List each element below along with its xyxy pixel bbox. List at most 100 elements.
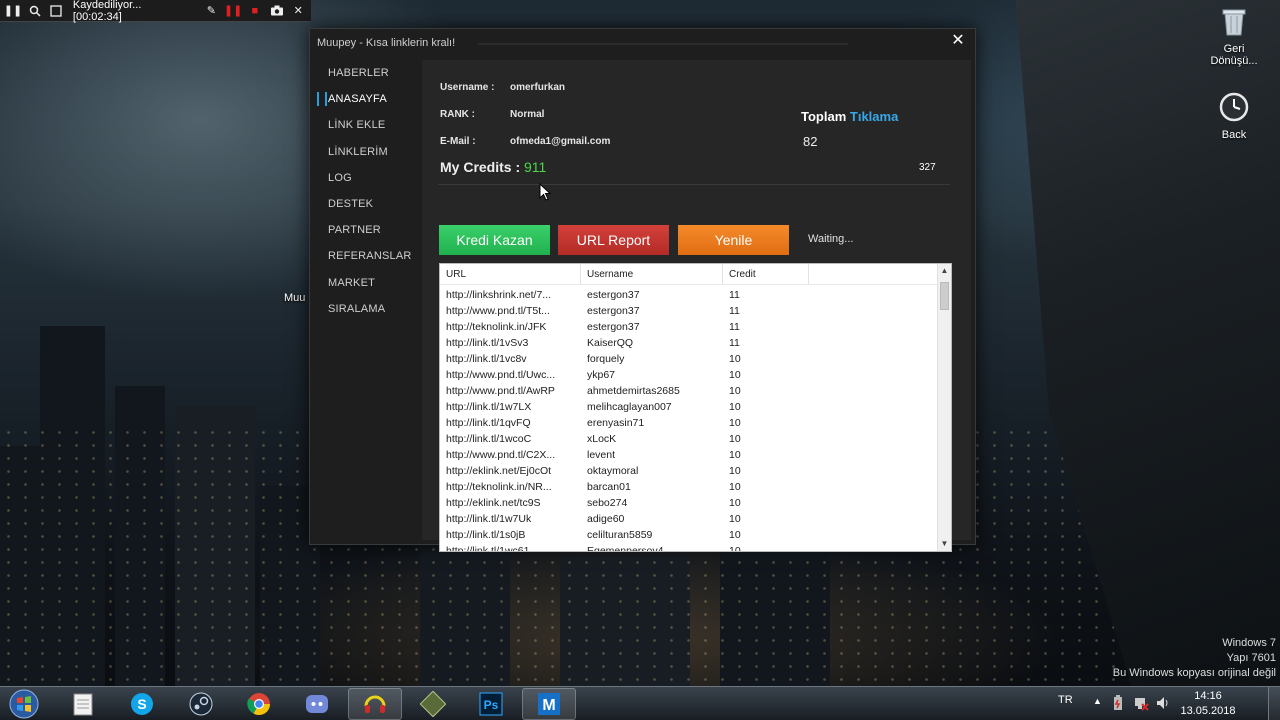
url-report-button[interactable]: URL Report [558, 225, 669, 255]
url-cell: http://link.tl/1w7Uk [446, 513, 532, 525]
pause-icon[interactable]: ❚❚ [4, 4, 22, 18]
taskbar-notepad[interactable] [56, 688, 110, 720]
table-body: http://linkshrink.net/7... estergon37 11 ht… [440, 287, 938, 552]
username-cell: barcan01 [587, 481, 631, 493]
back-shortcut[interactable]: Back [1199, 92, 1269, 141]
username-cell: adige60 [587, 513, 625, 525]
credit-cell: 10 [729, 449, 741, 461]
game-icon [420, 691, 446, 717]
username-cell: KaiserQQ [587, 337, 634, 349]
sidebar-item-log[interactable]: LOG [314, 165, 422, 191]
table-row[interactable]: http://eklink.net/tc9S sebo274 10 [440, 495, 938, 511]
credit-cell: 10 [729, 353, 741, 365]
username-value: omerfurkan [510, 82, 566, 93]
show-hidden-icons-icon[interactable]: ▲ [1093, 696, 1102, 706]
network-icon[interactable] [1133, 695, 1149, 714]
zoom-icon[interactable] [28, 4, 41, 18]
taskbar-chrome[interactable] [232, 688, 286, 720]
recycle-bin[interactable]: Geri Dönüşü... [1199, 6, 1269, 67]
table-row[interactable]: http://link.tl/1s0jB celilturan5859 10 [440, 527, 938, 543]
main-panel: Username : omerfurkan RANK : Normal E-Ma… [422, 60, 971, 552]
table-row[interactable]: http://teknolink.in/JFK estergon37 11 [440, 319, 938, 335]
credit-cell: 10 [729, 497, 741, 509]
taskbar-skype[interactable]: S [115, 688, 169, 720]
table-row[interactable]: http://www.pnd.tl/T5t... estergon37 11 [440, 303, 938, 319]
region-icon[interactable] [49, 4, 62, 18]
steam-icon [189, 692, 213, 716]
screen-recorder-toolbar: ❚❚ Kaydediliyor... [00:02:34] ✎ ❚❚ ■ ✕ [0, 0, 311, 23]
taskbar-steam[interactable] [174, 688, 228, 720]
table-row[interactable]: http://link.tl/1vc8v forquely 10 [440, 351, 938, 367]
power-icon[interactable] [1111, 695, 1125, 714]
sidebar-item-link-ekle[interactable]: LİNK EKLE [314, 112, 422, 138]
table-row[interactable]: http://link.tl/1wcoC xLocK 10 [440, 431, 938, 447]
table-row[interactable]: http://link.tl/1qvFQ erenyasin71 10 [440, 415, 938, 431]
language-indicator[interactable]: TR [1058, 694, 1073, 706]
show-desktop-button[interactable] [1268, 687, 1280, 720]
muupey-shortcut-partial[interactable]: Muu [262, 292, 312, 304]
table-row[interactable]: http://www.pnd.tl/AwRP ahmetdemirtas2685 1… [440, 383, 938, 399]
table-scrollbar[interactable]: ▲ ▼ [937, 264, 951, 551]
url-cell: http://link.tl/1wc61 [446, 545, 530, 552]
column-header-username[interactable]: Username [581, 264, 723, 285]
pen-icon[interactable]: ✎ [205, 4, 218, 18]
divider [438, 184, 950, 185]
yenile-button[interactable]: Yenile [678, 225, 789, 255]
window-close-button[interactable]: ✕ [947, 31, 969, 53]
pause-record-icon[interactable]: ❚❚ [224, 4, 242, 18]
sidebar-item-haberler[interactable]: HABERLER [314, 60, 422, 86]
sidebar-item-linklerim[interactable]: LİNKLERİM [314, 139, 422, 165]
sidebar-item-referanslar[interactable]: REFERANSLAR [314, 243, 422, 269]
svg-text:Ps: Ps [484, 698, 499, 712]
column-header-url[interactable]: URL [440, 264, 581, 285]
credit-cell: 10 [729, 385, 741, 397]
url-cell: http://teknolink.in/NR... [446, 481, 552, 493]
kredi-kazan-button[interactable]: Kredi Kazan [439, 225, 550, 255]
credit-cell: 10 [729, 465, 741, 477]
sidebar-item-anasayfa[interactable]: ANASAYFA [314, 86, 422, 112]
sidebar-item-market[interactable]: MARKET [314, 270, 422, 296]
volume-icon[interactable] [1155, 695, 1171, 714]
url-cell: http://linkshrink.net/7... [446, 289, 552, 301]
url-table[interactable]: URL Username Credit http://linkshrink.ne… [439, 263, 952, 552]
sidebar-item-destek[interactable]: DESTEK [314, 191, 422, 217]
scroll-down-icon[interactable]: ▼ [938, 537, 951, 551]
table-row[interactable]: http://linkshrink.net/7... estergon37 11 [440, 287, 938, 303]
taskbar-game[interactable] [406, 688, 460, 720]
taskbar-media-app[interactable] [348, 688, 402, 720]
table-row[interactable]: http://www.pnd.tl/Uwc... ykp67 10 [440, 367, 938, 383]
url-cell: http://teknolink.in/JFK [446, 321, 547, 333]
start-button[interactable] [4, 688, 44, 720]
titlebar-divider [478, 43, 848, 45]
sidebar-item-siralama[interactable]: SIRALAMA [314, 296, 422, 322]
close-icon[interactable]: ✕ [292, 4, 305, 18]
credit-cell: 10 [729, 401, 741, 413]
sidebar-item-partner[interactable]: PARTNER [314, 217, 422, 243]
taskbar-muupey[interactable]: M [522, 688, 576, 720]
table-row[interactable]: http://link.tl/1wc61 Egemenpersoy4 10 [440, 543, 938, 552]
window-titlebar[interactable]: Muupey - Kısa linklerin kralı! ✕ [310, 29, 975, 57]
scroll-up-icon[interactable]: ▲ [938, 264, 951, 278]
username-cell: ykp67 [587, 369, 616, 381]
taskbar-photoshop[interactable]: Ps [464, 688, 518, 720]
username-cell: Egemenpersoy4 [587, 545, 664, 552]
recycle-bin-icon [1199, 6, 1269, 39]
table-row[interactable]: http://link.tl/1vSv3 KaiserQQ 11 [440, 335, 938, 351]
username-cell: estergon37 [587, 289, 640, 301]
credit-cell: 11 [729, 321, 740, 333]
column-header-credit[interactable]: Credit [723, 264, 809, 285]
table-row[interactable]: http://link.tl/1w7LX melihcaglayan007 10 [440, 399, 938, 415]
taskbar-discord[interactable] [290, 688, 344, 720]
table-row[interactable]: http://eklink.net/Ej0cOt oktaymoral 10 [440, 463, 938, 479]
table-row[interactable]: http://www.pnd.tl/C2X... levent 10 [440, 447, 938, 463]
table-row[interactable]: http://link.tl/1w7Uk adige60 10 [440, 511, 938, 527]
table-row[interactable]: http://teknolink.in/NR... barcan01 10 [440, 479, 938, 495]
discord-icon [306, 695, 328, 713]
camera-icon[interactable] [270, 4, 284, 18]
svg-text:S: S [137, 696, 146, 712]
scroll-thumb[interactable] [940, 282, 949, 310]
url-cell: http://link.tl/1wcoC [446, 433, 532, 445]
stop-icon[interactable]: ■ [248, 4, 261, 18]
clock[interactable]: 14:16 13.05.2018 [1178, 689, 1238, 719]
system-tray: TR ▲ 14:16 13.05.2018 [1050, 687, 1280, 720]
